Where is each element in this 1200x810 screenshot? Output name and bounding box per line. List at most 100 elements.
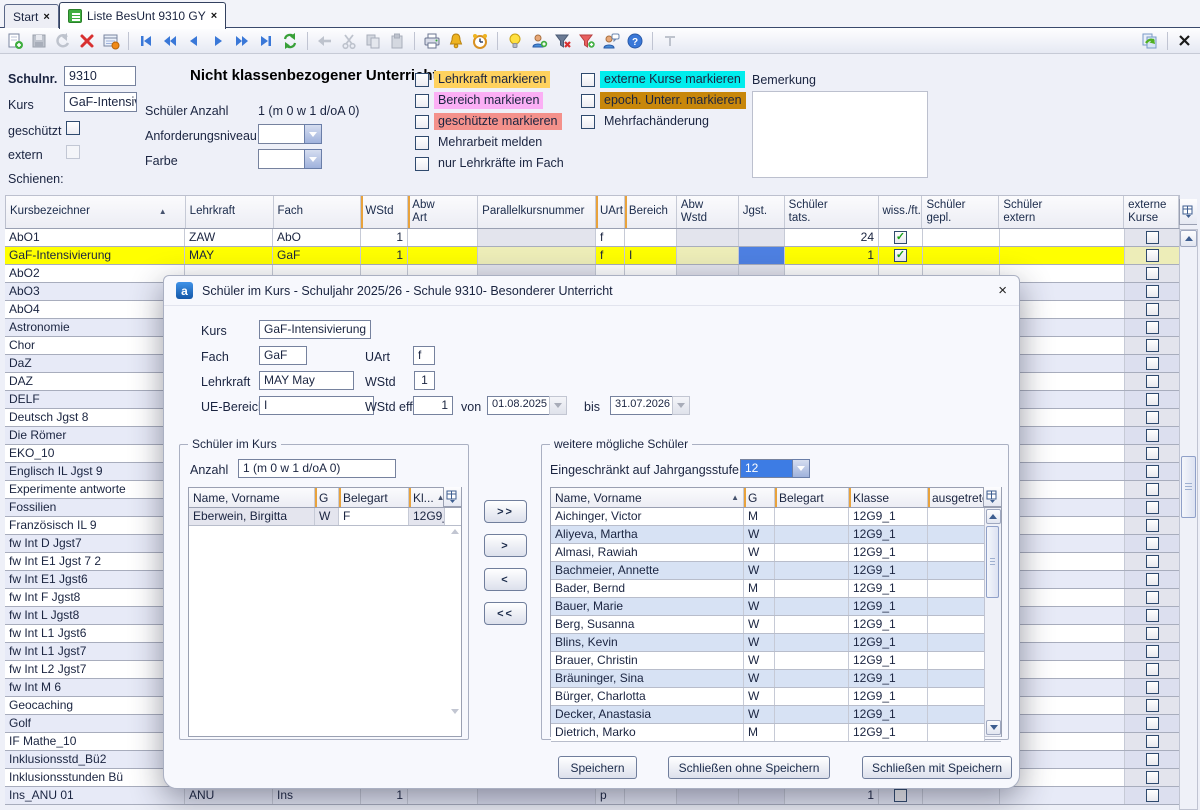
dlg-fach-field[interactable]: GaF: [259, 346, 307, 365]
externe-kurse-checkbox[interactable]: [1146, 231, 1159, 244]
dlg-ue-bereich-field[interactable]: I: [259, 396, 374, 415]
table-row[interactable]: GaF-IntensivierungMAYGaF1fI1✓: [5, 247, 1180, 265]
externe-kurse-checkbox[interactable]: [1146, 717, 1159, 730]
column-header[interactable]: Lehrkraft: [186, 196, 274, 228]
table-row[interactable]: Bader, BerndM12G9_1: [551, 580, 1001, 598]
scrollbar-thumb[interactable]: [1181, 456, 1196, 518]
table-row[interactable]: Aichinger, VictorM12G9_1: [551, 508, 1001, 526]
column-header[interactable]: externe Kurse: [1124, 196, 1179, 228]
column-header[interactable]: Kl...▲: [409, 488, 445, 507]
table-row[interactable]: Dietrich, MarkoM12G9_1: [551, 724, 1001, 742]
column-header[interactable]: Abw Art: [408, 196, 478, 228]
column-picker-icon[interactable]: [983, 487, 1001, 507]
externe-kurse-checkbox[interactable]: [1146, 465, 1159, 478]
column-header[interactable]: Schüler extern: [999, 196, 1124, 228]
dlg-von-date-select[interactable]: 01.08.2025: [487, 396, 567, 415]
externe-kurse-checkbox[interactable]: [1146, 393, 1159, 406]
column-header[interactable]: Name, Vorname: [189, 488, 315, 507]
externe-kurse-checkbox[interactable]: [1146, 555, 1159, 568]
anforderungsniveau-select[interactable]: [258, 124, 322, 144]
column-picker-icon[interactable]: [443, 487, 461, 507]
column-picker-icon[interactable]: [1179, 199, 1197, 225]
schliessen-mit-speichern-button[interactable]: Schließen mit Speichern: [862, 756, 1012, 779]
move-all-right-button[interactable]: >>: [484, 500, 527, 523]
schliessen-ohne-speichern-button[interactable]: Schließen ohne Speichern: [668, 756, 830, 779]
table-row[interactable]: Berg, SusannaW12G9_1: [551, 616, 1001, 634]
filter-add-icon[interactable]: [576, 30, 598, 52]
externe-kurse-checkbox[interactable]: [1146, 339, 1159, 352]
externe-kurse-checkbox[interactable]: [1146, 411, 1159, 424]
checkbox[interactable]: [581, 94, 595, 108]
new-document-icon[interactable]: [4, 30, 26, 52]
column-header[interactable]: WStd: [361, 196, 408, 228]
person-comment-icon[interactable]: [600, 30, 622, 52]
checkbox[interactable]: [415, 115, 429, 129]
externe-kurse-checkbox[interactable]: [1146, 321, 1159, 334]
jahrgangsstufe-select[interactable]: 12: [740, 459, 810, 478]
print-icon[interactable]: [421, 30, 443, 52]
dlg-anzahl-field[interactable]: 1 (m 0 w 1 d/oA 0): [238, 459, 396, 478]
nav-last-icon[interactable]: [255, 30, 277, 52]
move-all-left-button[interactable]: <<: [484, 602, 527, 625]
externe-kurse-checkbox[interactable]: [1146, 357, 1159, 370]
tab-close-icon[interactable]: ×: [211, 10, 217, 22]
scroll-up-icon[interactable]: [986, 509, 1001, 524]
table-row[interactable]: Bauer, MarieW12G9_1: [551, 598, 1001, 616]
refresh-icon[interactable]: [279, 30, 301, 52]
checkbox[interactable]: [581, 115, 595, 129]
externe-kurse-checkbox[interactable]: [1146, 429, 1159, 442]
dlg-bis-date-select[interactable]: 31.07.2026: [610, 396, 690, 415]
kurs-field[interactable]: GaF-Intensivierung: [64, 92, 137, 112]
table-row[interactable]: Brauer, ChristinW12G9_1: [551, 652, 1001, 670]
close-icon[interactable]: [1174, 30, 1196, 52]
externe-kurse-checkbox[interactable]: [1146, 591, 1159, 604]
externe-kurse-checkbox[interactable]: [1146, 375, 1159, 388]
column-header[interactable]: UArt: [596, 196, 625, 228]
clock-icon[interactable]: [469, 30, 491, 52]
externe-kurse-checkbox[interactable]: [1146, 771, 1159, 784]
scrollbar-thumb[interactable]: [986, 526, 999, 598]
bemerkung-textarea[interactable]: [752, 91, 928, 178]
externe-kurse-checkbox[interactable]: [1146, 663, 1159, 676]
externe-kurse-checkbox[interactable]: [1146, 519, 1159, 532]
bulb-icon[interactable]: [504, 30, 526, 52]
externe-kurse-checkbox[interactable]: [1146, 447, 1159, 460]
table-row[interactable]: Bürger, CharlottaW12G9_1: [551, 688, 1001, 706]
externe-kurse-checkbox[interactable]: [1146, 483, 1159, 496]
dlg-lehrkraft-field[interactable]: MAY May: [259, 371, 354, 390]
scroll-down-icon[interactable]: [986, 720, 1001, 735]
nav-first-icon[interactable]: [135, 30, 157, 52]
main-vertical-scrollbar[interactable]: [1179, 229, 1198, 810]
column-header[interactable]: wiss./ft.: [879, 196, 923, 228]
move-right-button[interactable]: >: [484, 534, 527, 557]
externe-kurse-checkbox[interactable]: [1146, 627, 1159, 640]
column-header[interactable]: Parallelkursnummer: [478, 196, 596, 228]
table-row[interactable]: Almasi, RawiahW12G9_1: [551, 544, 1001, 562]
table-row[interactable]: Ins_ANU 01ANUIns1p1: [5, 787, 1180, 805]
checkbox[interactable]: [415, 73, 429, 87]
externe-kurse-checkbox[interactable]: [1146, 249, 1159, 262]
farbe-select[interactable]: [258, 149, 322, 169]
checkbox[interactable]: [415, 157, 429, 171]
scroll-up-icon[interactable]: [1180, 230, 1197, 247]
help-icon[interactable]: ?: [624, 30, 646, 52]
table-row[interactable]: Bräuninger, SinaW12G9_1: [551, 670, 1001, 688]
externe-kurse-checkbox[interactable]: [1146, 573, 1159, 586]
externe-kurse-checkbox[interactable]: [1146, 735, 1159, 748]
table-row[interactable]: Eberwein, BirgittaWF12G9_1: [189, 508, 461, 526]
column-header[interactable]: Kursbezeichner▲: [6, 196, 186, 228]
nav-fast-prev-icon[interactable]: [159, 30, 181, 52]
wiss-ft-checkbox[interactable]: ✓: [894, 249, 907, 262]
dlg-kurs-field[interactable]: GaF-Intensivierung: [259, 320, 371, 339]
column-header[interactable]: G: [744, 488, 775, 507]
column-header[interactable]: Name, Vorname▲: [551, 488, 744, 507]
dialog-table-scrollbar[interactable]: [984, 508, 1001, 737]
table-row[interactable]: Bachmeier, AnnetteW12G9_1: [551, 562, 1001, 580]
nav-prev-icon[interactable]: [183, 30, 205, 52]
externe-kurse-checkbox[interactable]: [1146, 645, 1159, 658]
switch-window-icon[interactable]: [1139, 30, 1161, 52]
column-header[interactable]: Jgst.: [739, 196, 785, 228]
externe-kurse-checkbox[interactable]: [1146, 285, 1159, 298]
add-person-icon[interactable]: [528, 30, 550, 52]
column-header[interactable]: Bereich: [625, 196, 677, 228]
